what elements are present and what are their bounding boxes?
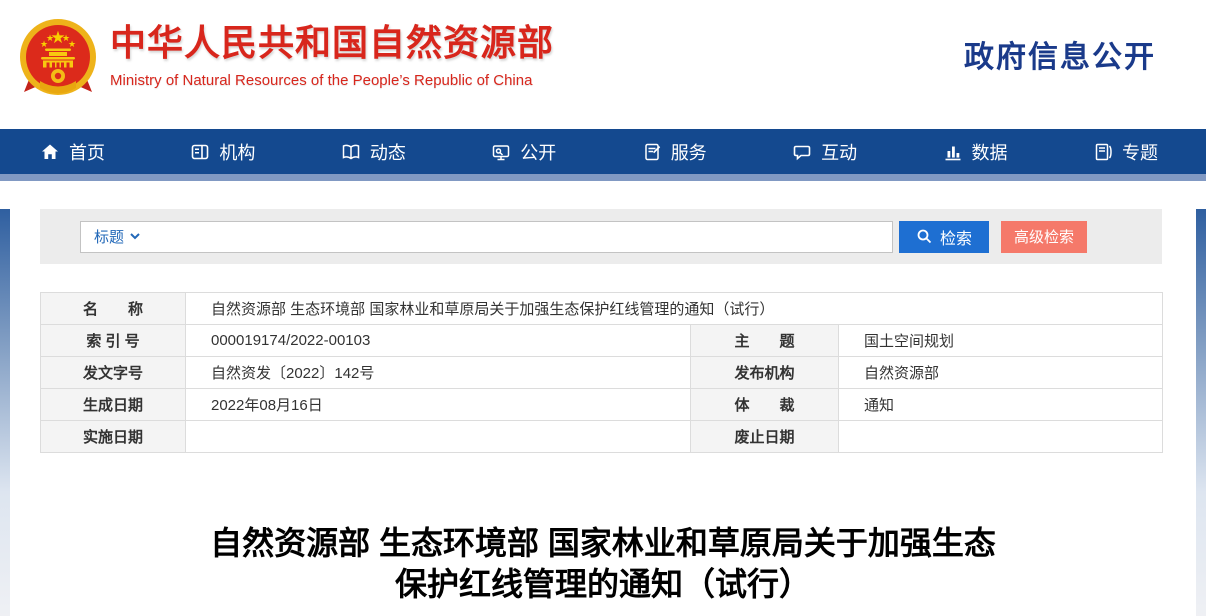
svg-text:★: ★ [68,39,76,49]
field-label-name: 名 称 [40,292,186,325]
news-icon [342,144,360,159]
field-label-effective-date: 实施日期 [40,420,186,453]
left-edge-decoration [0,209,10,616]
search-button[interactable]: 检索 [899,220,989,253]
field-label-created-date: 生成日期 [40,388,186,421]
service-icon [644,143,660,160]
search-band: 标题 检索 高级检索 [40,209,1162,264]
field-label-doc-number: 发文字号 [40,356,186,389]
interaction-icon [793,145,811,160]
nav-item-home[interactable]: 首页 [40,139,105,165]
data-icon [945,146,961,160]
field-value-name: 自然资源部 生态环境部 国家林业和草原局关于加强生态保护红线管理的通知（试行） [184,292,1164,325]
nav-item-label: 服务 [670,142,707,163]
nav-item-label: 首页 [69,142,105,163]
search-icon [917,229,932,244]
site-title: 中华人民共和国自然资源部 [110,22,555,63]
field-value-index-number: 000019174/2022-00103 [185,324,691,357]
svg-text:★: ★ [46,33,54,43]
nav-item-news[interactable]: 动态 [341,139,406,165]
advanced-search-label: 高级检索 [1013,229,1074,246]
nav-item-data[interactable]: 数据 [943,139,1008,165]
table-row: 发文字号 自然资发〔2022〕142号 发布机构 自然资源部 [40,356,1164,389]
nav-item-label: 数据 [971,142,1008,163]
chevron-down-icon [130,233,140,240]
search-category-label: 标题 [94,229,125,246]
nav-substripe [0,174,1206,181]
document-title-line1: 自然资源部 生态环境部 国家林业和草原局关于加强生态 [210,525,996,561]
nav-item-label: 公开 [520,142,557,163]
advanced-search-button[interactable]: 高级检索 [1001,220,1087,253]
nav-item-service[interactable]: 服务 [642,139,707,165]
nav-item-label: 机构 [219,142,256,163]
site-header: ★ ★ ★ ★ ★ 中华人民共和国自然资源部 Ministry of Natur… [0,0,1206,129]
field-value-doc-number: 自然资发〔2022〕142号 [185,356,691,389]
field-label-genre: 体 裁 [690,388,839,421]
field-value-effective-date [185,420,691,453]
china-national-emblem: ★ ★ ★ ★ ★ [20,19,96,95]
content-area: 标题 检索 高级检索 名 称 自然资源部 生态环境部 国家林业和草原局关于加强生… [0,209,1206,616]
document-title: 自然资源部 生态环境部 国家林业和草原局关于加强生态 保护红线管理的通知（试行） [0,523,1206,605]
topics-icon [1095,143,1112,160]
organization-icon [192,144,209,159]
home-icon [42,144,58,159]
field-label-index-number: 索 引 号 [40,324,186,357]
nav-item-label: 动态 [369,142,406,163]
field-value-genre: 通知 [837,388,1164,421]
field-value-created-date: 2022年08月16日 [185,388,691,421]
search-input[interactable] [147,223,892,250]
search-category-dropdown[interactable]: 标题 [94,226,140,247]
nav-item-disclosure[interactable]: 公开 [491,139,556,165]
nav-item-organization[interactable]: 机构 [190,139,255,165]
document-info-table: 名 称 自然资源部 生态环境部 国家林业和草原局关于加强生态保护红线管理的通知（… [40,292,1164,453]
table-row: 生成日期 2022年08月16日 体 裁 通知 [40,388,1164,421]
field-value-subject: 国土空间规划 [837,324,1164,357]
table-row: 索 引 号 000019174/2022-00103 主 题 国土空间规划 [40,324,1164,357]
nav-item-topics[interactable]: 专题 [1093,139,1158,165]
disclosure-icon [493,144,510,160]
field-label-issuing-agency: 发布机构 [690,356,839,389]
nav-item-label: 专题 [1121,142,1158,163]
field-label-repeal-date: 废止日期 [690,420,839,453]
site-subtitle: Ministry of Natural Resources of the Peo… [110,72,533,89]
right-edge-decoration [1196,209,1206,616]
search-button-label: 检索 [939,230,972,248]
document-title-line2: 保护红线管理的通知（试行） [394,566,811,602]
field-label-subject: 主 题 [690,324,839,357]
field-value-issuing-agency: 自然资源部 [837,356,1164,389]
nav-item-label: 互动 [821,142,858,163]
nav-item-interaction[interactable]: 互动 [792,139,857,165]
page-section-title: 政府信息公开 [964,41,1156,74]
field-value-repeal-date [837,420,1164,453]
main-nav: 首页 机构 动态 公开 服务 互动 数据 专题 [0,129,1206,174]
search-box: 标题 [80,220,893,253]
table-row: 实施日期 废止日期 [40,420,1164,453]
table-row: 名 称 自然资源部 生态环境部 国家林业和草原局关于加强生态保护红线管理的通知（… [40,292,1164,325]
